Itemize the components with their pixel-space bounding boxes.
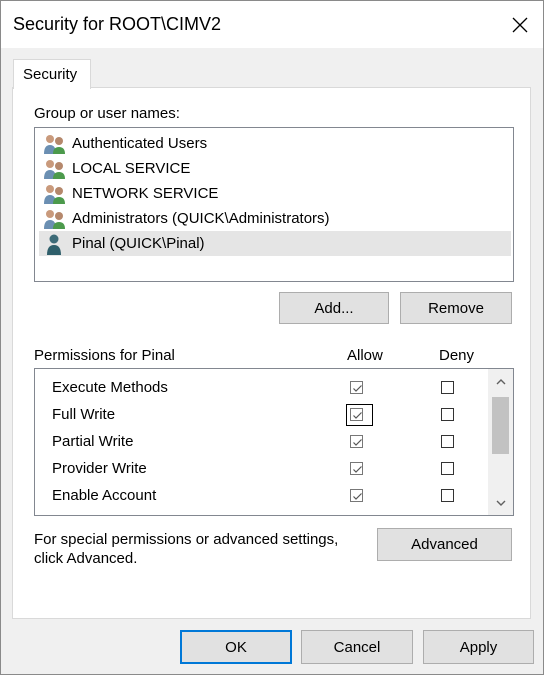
deny-checkbox[interactable] [441,408,454,421]
list-item-local-service[interactable]: LOCAL SERVICE [39,156,511,181]
list-item-label: Administrators (QUICK\Administrators) [72,210,330,227]
group-names-label: Group or user names: [34,105,180,122]
tab-security[interactable]: Security [13,59,91,89]
ok-button[interactable]: OK [180,630,292,664]
checkmark-icon [353,439,362,446]
checkmark-icon [353,385,362,392]
deny-checkbox[interactable] [441,435,454,448]
list-item-label: LOCAL SERVICE [72,160,191,177]
user-group-icon [44,209,65,229]
permission-name: Execute Methods [52,379,168,396]
cancel-button[interactable]: Cancel [301,630,413,664]
allow-checkbox[interactable] [350,408,363,421]
user-icon [47,234,61,255]
add-button[interactable]: Add... [279,292,389,324]
chevron-down-icon [496,500,505,506]
security-dialog: Security for ROOT\CIMV2 Security Group o… [0,0,544,675]
title-bar: Security for ROOT\CIMV2 [1,1,543,48]
close-icon [512,17,528,32]
scroll-up-button[interactable] [488,371,513,391]
permission-row-partial-write: Partial Write [35,429,487,456]
window-title: Security for ROOT\CIMV2 [13,14,222,34]
permission-name: Full Write [52,406,116,423]
advanced-button[interactable]: Advanced [377,528,512,561]
allow-checkbox[interactable] [350,435,363,448]
deny-checkbox[interactable] [441,489,454,502]
allow-checkbox[interactable] [350,489,363,502]
group-user-list[interactable]: Authenticated Users LOCAL SERVICE NETWOR… [34,127,514,282]
user-group-icon [44,184,65,204]
tab-security-label: Security [23,66,78,83]
scroll-down-button[interactable] [488,493,513,513]
permission-row-full-write: Full Write [35,402,487,429]
permissions-list[interactable]: Execute Methods Full Write Partial Write… [34,368,514,516]
advanced-note: For special permissions or advanced sett… [34,531,339,567]
deny-checkbox[interactable] [441,462,454,475]
deny-header: Deny [439,347,475,364]
list-item-label: Pinal (QUICK\Pinal) [72,235,205,252]
user-group-icon [44,134,65,154]
close-button[interactable] [497,1,543,48]
permission-name: Enable Account [52,487,157,504]
checkmark-icon [353,493,362,500]
allow-checkbox[interactable] [350,381,363,394]
list-item-administrators[interactable]: Administrators (QUICK\Administrators) [39,206,511,231]
permissions-header: Permissions for Pinal [34,347,175,364]
permissions-scrollbar[interactable] [488,369,513,515]
list-item-authenticated-users[interactable]: Authenticated Users [39,131,511,156]
remove-button[interactable]: Remove [400,292,512,324]
checkmark-icon [353,412,362,419]
checkmark-icon [353,466,362,473]
list-item-network-service[interactable]: NETWORK SERVICE [39,181,511,206]
list-item-label: Authenticated Users [72,135,208,152]
permission-row-execute-methods: Execute Methods [35,375,487,402]
list-item-pinal[interactable]: Pinal (QUICK\Pinal) [39,231,511,256]
chevron-up-icon [496,378,505,384]
permission-row-provider-write: Provider Write [35,456,487,483]
permission-name: Partial Write [52,433,134,450]
permission-row-enable-account: Enable Account [35,483,487,510]
permission-name: Provider Write [52,460,147,477]
apply-button[interactable]: Apply [423,630,534,664]
deny-checkbox[interactable] [441,381,454,394]
allow-checkbox[interactable] [350,462,363,475]
user-group-icon [44,159,65,179]
allow-header: Allow [347,347,383,364]
scroll-thumb[interactable] [492,397,509,454]
list-item-label: NETWORK SERVICE [72,185,219,202]
